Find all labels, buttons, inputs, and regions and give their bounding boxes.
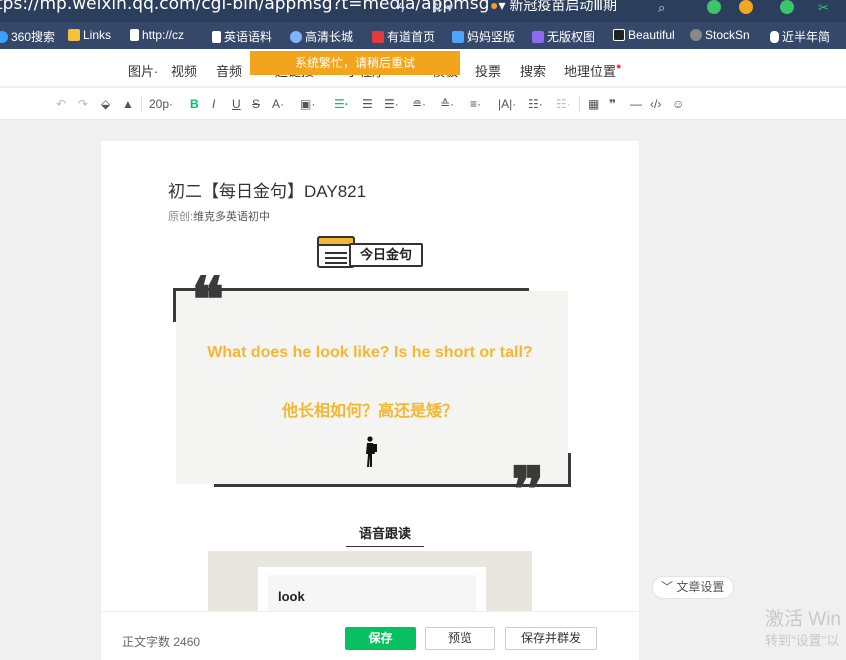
translate-icon[interactable] bbox=[780, 0, 794, 14]
activation-watermark: 激活 Win bbox=[765, 609, 842, 630]
globe-icon bbox=[290, 30, 302, 43]
frame-line bbox=[568, 453, 571, 487]
divider-line-icon[interactable]: — bbox=[630, 97, 642, 111]
box-icon bbox=[613, 29, 625, 41]
scissors-icon[interactable]: ✂ bbox=[818, 0, 829, 16]
chevron-down-icon: ﹀ bbox=[661, 580, 674, 594]
new-dot-icon: ● bbox=[616, 61, 622, 71]
walking-man-icon bbox=[366, 436, 377, 467]
list-icon[interactable]: ☷· bbox=[528, 97, 543, 111]
url-text[interactable]: tps://mp.weixin.qq.com/cgi-bin/appmsg?t=… bbox=[0, 0, 489, 14]
divider bbox=[141, 97, 142, 111]
activation-watermark-sub: 转到"设置"以 bbox=[765, 633, 840, 648]
paragraph-icon[interactable]: ☰· bbox=[384, 97, 399, 111]
word-count-value: 2460 bbox=[173, 635, 201, 649]
author-name: 维克多英语初中 bbox=[193, 211, 271, 223]
bookmark-nocopyright[interactable]: 无版权图 bbox=[532, 28, 595, 45]
preview-button[interactable]: 预览 bbox=[425, 627, 495, 650]
lightning-icon[interactable]: ϟ bbox=[398, 0, 405, 15]
format-toolbar: ↶ ↷ ⬙ ▲ 20p· B I U S A· ▣· ☰· ☰ ☰· ≘· ≙·… bbox=[0, 88, 846, 120]
spacing-after-icon[interactable]: ≙· bbox=[440, 97, 454, 111]
bookmarks-bar: 360搜索 Links http://cz 英语语料 高清长城 有道首页 妈妈竖… bbox=[0, 22, 846, 49]
bookmark-icon bbox=[0, 30, 8, 43]
toast-busy: 系统繁忙，请稍后重试 bbox=[250, 51, 460, 75]
save-and-publish-button[interactable]: 保存并群发 bbox=[505, 627, 597, 650]
original-label: 原创: bbox=[168, 211, 194, 223]
search-icon[interactable]: ⌕ bbox=[658, 0, 665, 16]
open-quote-icon: ❝ bbox=[191, 263, 225, 336]
hand-icon bbox=[770, 30, 779, 43]
article-settings-button[interactable]: ﹀ 文章设置 bbox=[652, 576, 734, 599]
align-icon[interactable]: ☰· bbox=[334, 97, 349, 111]
spacing-before-icon[interactable]: ≘· bbox=[412, 97, 426, 111]
article-meta[interactable]: 原创:维克多英语初中 bbox=[168, 208, 270, 224]
menu-location[interactable]: 地理位置● bbox=[564, 61, 621, 80]
bird-icon bbox=[452, 30, 464, 43]
daily-quote-badge: 今日金句 bbox=[317, 236, 424, 268]
code-icon[interactable]: ‹/› bbox=[650, 97, 661, 111]
page-icon bbox=[212, 30, 221, 43]
line-height-icon[interactable]: ≡· bbox=[470, 97, 481, 111]
table-icon[interactable]: ▦ bbox=[588, 97, 599, 111]
article-title[interactable]: 初二【每日金句】DAY821 bbox=[168, 177, 366, 202]
quote-chinese: 他长相如何？高还是矮？ bbox=[281, 403, 458, 420]
bookmark-halfyear[interactable]: 近半年简 bbox=[770, 28, 830, 45]
menu-vote[interactable]: 投票 bbox=[475, 61, 501, 80]
news-ticker[interactable]: ●▾ 新冠疫苗启动Ⅲ期 bbox=[490, 0, 617, 15]
undo-icon[interactable]: ↶ bbox=[56, 97, 66, 111]
background-color-icon[interactable]: ▣· bbox=[300, 97, 315, 111]
word-count: 正文字数 2460 bbox=[122, 635, 201, 649]
format-painter-icon[interactable]: ⬙ bbox=[101, 97, 110, 111]
bookmark-links[interactable]: Links bbox=[68, 28, 111, 42]
shape-icon bbox=[532, 30, 544, 43]
section-title: 语音跟读 bbox=[346, 523, 424, 547]
bookmark-corpus[interactable]: 英语语料 bbox=[212, 28, 272, 45]
page-icon bbox=[130, 29, 139, 41]
bookmark-360[interactable]: 360搜索 bbox=[0, 28, 55, 45]
menu-image[interactable]: 图片· bbox=[128, 61, 158, 80]
redo-icon[interactable]: ↷ bbox=[78, 97, 88, 111]
extension-green-icon[interactable] bbox=[707, 0, 721, 14]
folder-icon bbox=[68, 29, 80, 41]
editor-canvas[interactable]: 初二【每日金句】DAY821 原创:维克多英语初中 今日金句 ❝ ❞ What … bbox=[101, 141, 639, 611]
quote-english: What does he look like? Is he short or t… bbox=[207, 344, 533, 361]
bold-button[interactable]: B bbox=[190, 97, 199, 111]
camera-icon bbox=[690, 29, 702, 41]
browser-address-bar[interactable]: tps://mp.weixin.qq.com/cgi-bin/appmsg?t=… bbox=[0, 0, 846, 22]
bookmark-youdao[interactable]: 有道首页 bbox=[372, 28, 435, 45]
badge-label: 今日金句 bbox=[349, 243, 423, 267]
bookmark-beautiful[interactable]: Beautiful bbox=[613, 28, 675, 42]
strikethrough-button[interactable]: S bbox=[252, 97, 260, 111]
vocab-word: look bbox=[278, 589, 305, 604]
font-color-button[interactable]: A· bbox=[272, 97, 284, 111]
menu-search[interactable]: 搜索 bbox=[520, 61, 546, 80]
clear-format-icon[interactable]: ▲ bbox=[122, 97, 134, 111]
vocab-card-wrapper: look bbox=[208, 551, 532, 611]
news-icon: ● bbox=[490, 0, 499, 13]
youdao-icon bbox=[372, 30, 384, 43]
divider bbox=[579, 97, 580, 111]
bookmark-stocksnap[interactable]: StockSn bbox=[690, 28, 750, 42]
vocab-card-inner: look bbox=[268, 575, 476, 611]
bottom-action-bar: 正文字数 2460 保存 预览 保存并群发 bbox=[101, 611, 639, 660]
bookmark-mama[interactable]: 妈妈竖版 bbox=[452, 28, 515, 45]
dropdown-icon[interactable]: ⇅ ▾ bbox=[432, 0, 453, 16]
ordered-list-icon[interactable]: ☷· bbox=[556, 97, 571, 111]
save-button[interactable]: 保存 bbox=[345, 627, 416, 650]
menu-audio[interactable]: 音频 bbox=[216, 61, 242, 80]
font-size-select[interactable]: 20p· bbox=[149, 97, 173, 111]
menu-video[interactable]: 视频 bbox=[171, 61, 197, 80]
emoji-icon[interactable]: ☺ bbox=[672, 97, 684, 111]
close-quote-icon: ❞ bbox=[511, 453, 545, 526]
vocab-card: look bbox=[258, 567, 486, 611]
bookmark-greatwall[interactable]: 高清长城 bbox=[290, 28, 353, 45]
indent-icon[interactable]: ☰ bbox=[362, 97, 373, 111]
underline-button[interactable]: U bbox=[232, 97, 241, 111]
quote-icon[interactable]: ❞ bbox=[609, 97, 616, 111]
letter-spacing-icon[interactable]: |A|· bbox=[498, 97, 516, 111]
bookmark-http[interactable]: http://cz bbox=[130, 28, 184, 42]
extension-coin-icon[interactable] bbox=[739, 0, 753, 14]
italic-button[interactable]: I bbox=[212, 97, 215, 111]
